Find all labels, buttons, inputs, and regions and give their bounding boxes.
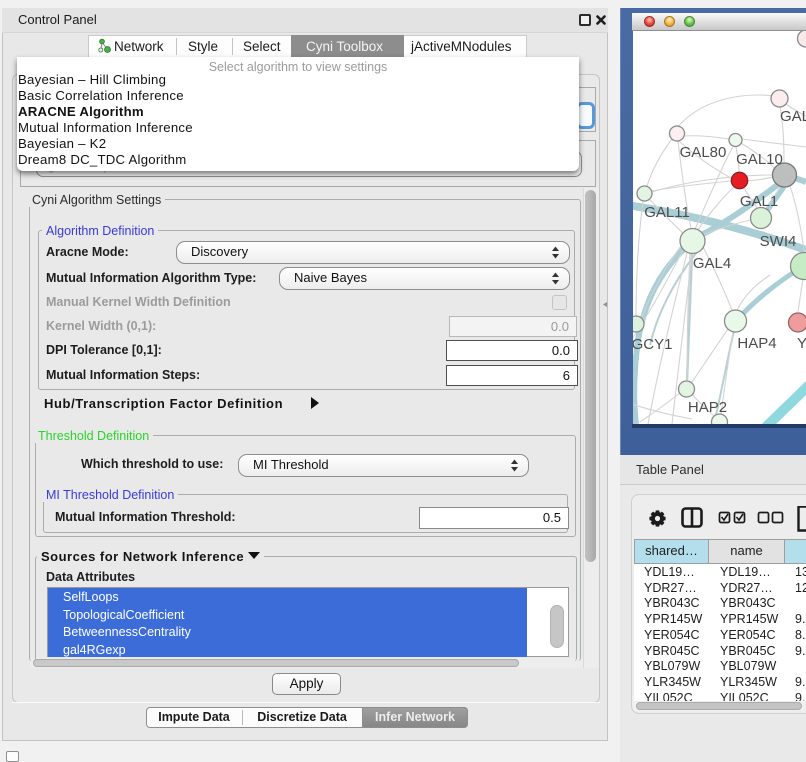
svg-text:GAL2: GAL2 bbox=[780, 108, 806, 125]
svg-text:YM: YM bbox=[797, 335, 806, 352]
svg-text:GAL1: GAL1 bbox=[740, 193, 778, 210]
svg-text:GCY1: GCY1 bbox=[633, 336, 672, 353]
svg-text:GAL80: GAL80 bbox=[680, 144, 727, 161]
svg-text:GAL4: GAL4 bbox=[693, 255, 731, 272]
svg-text:SWI4: SWI4 bbox=[760, 233, 797, 250]
svg-text:GAL10: GAL10 bbox=[736, 151, 783, 168]
svg-text:GAL11: GAL11 bbox=[644, 204, 690, 221]
svg-text:HAP4: HAP4 bbox=[737, 335, 776, 352]
svg-text:HAP2: HAP2 bbox=[688, 399, 727, 416]
